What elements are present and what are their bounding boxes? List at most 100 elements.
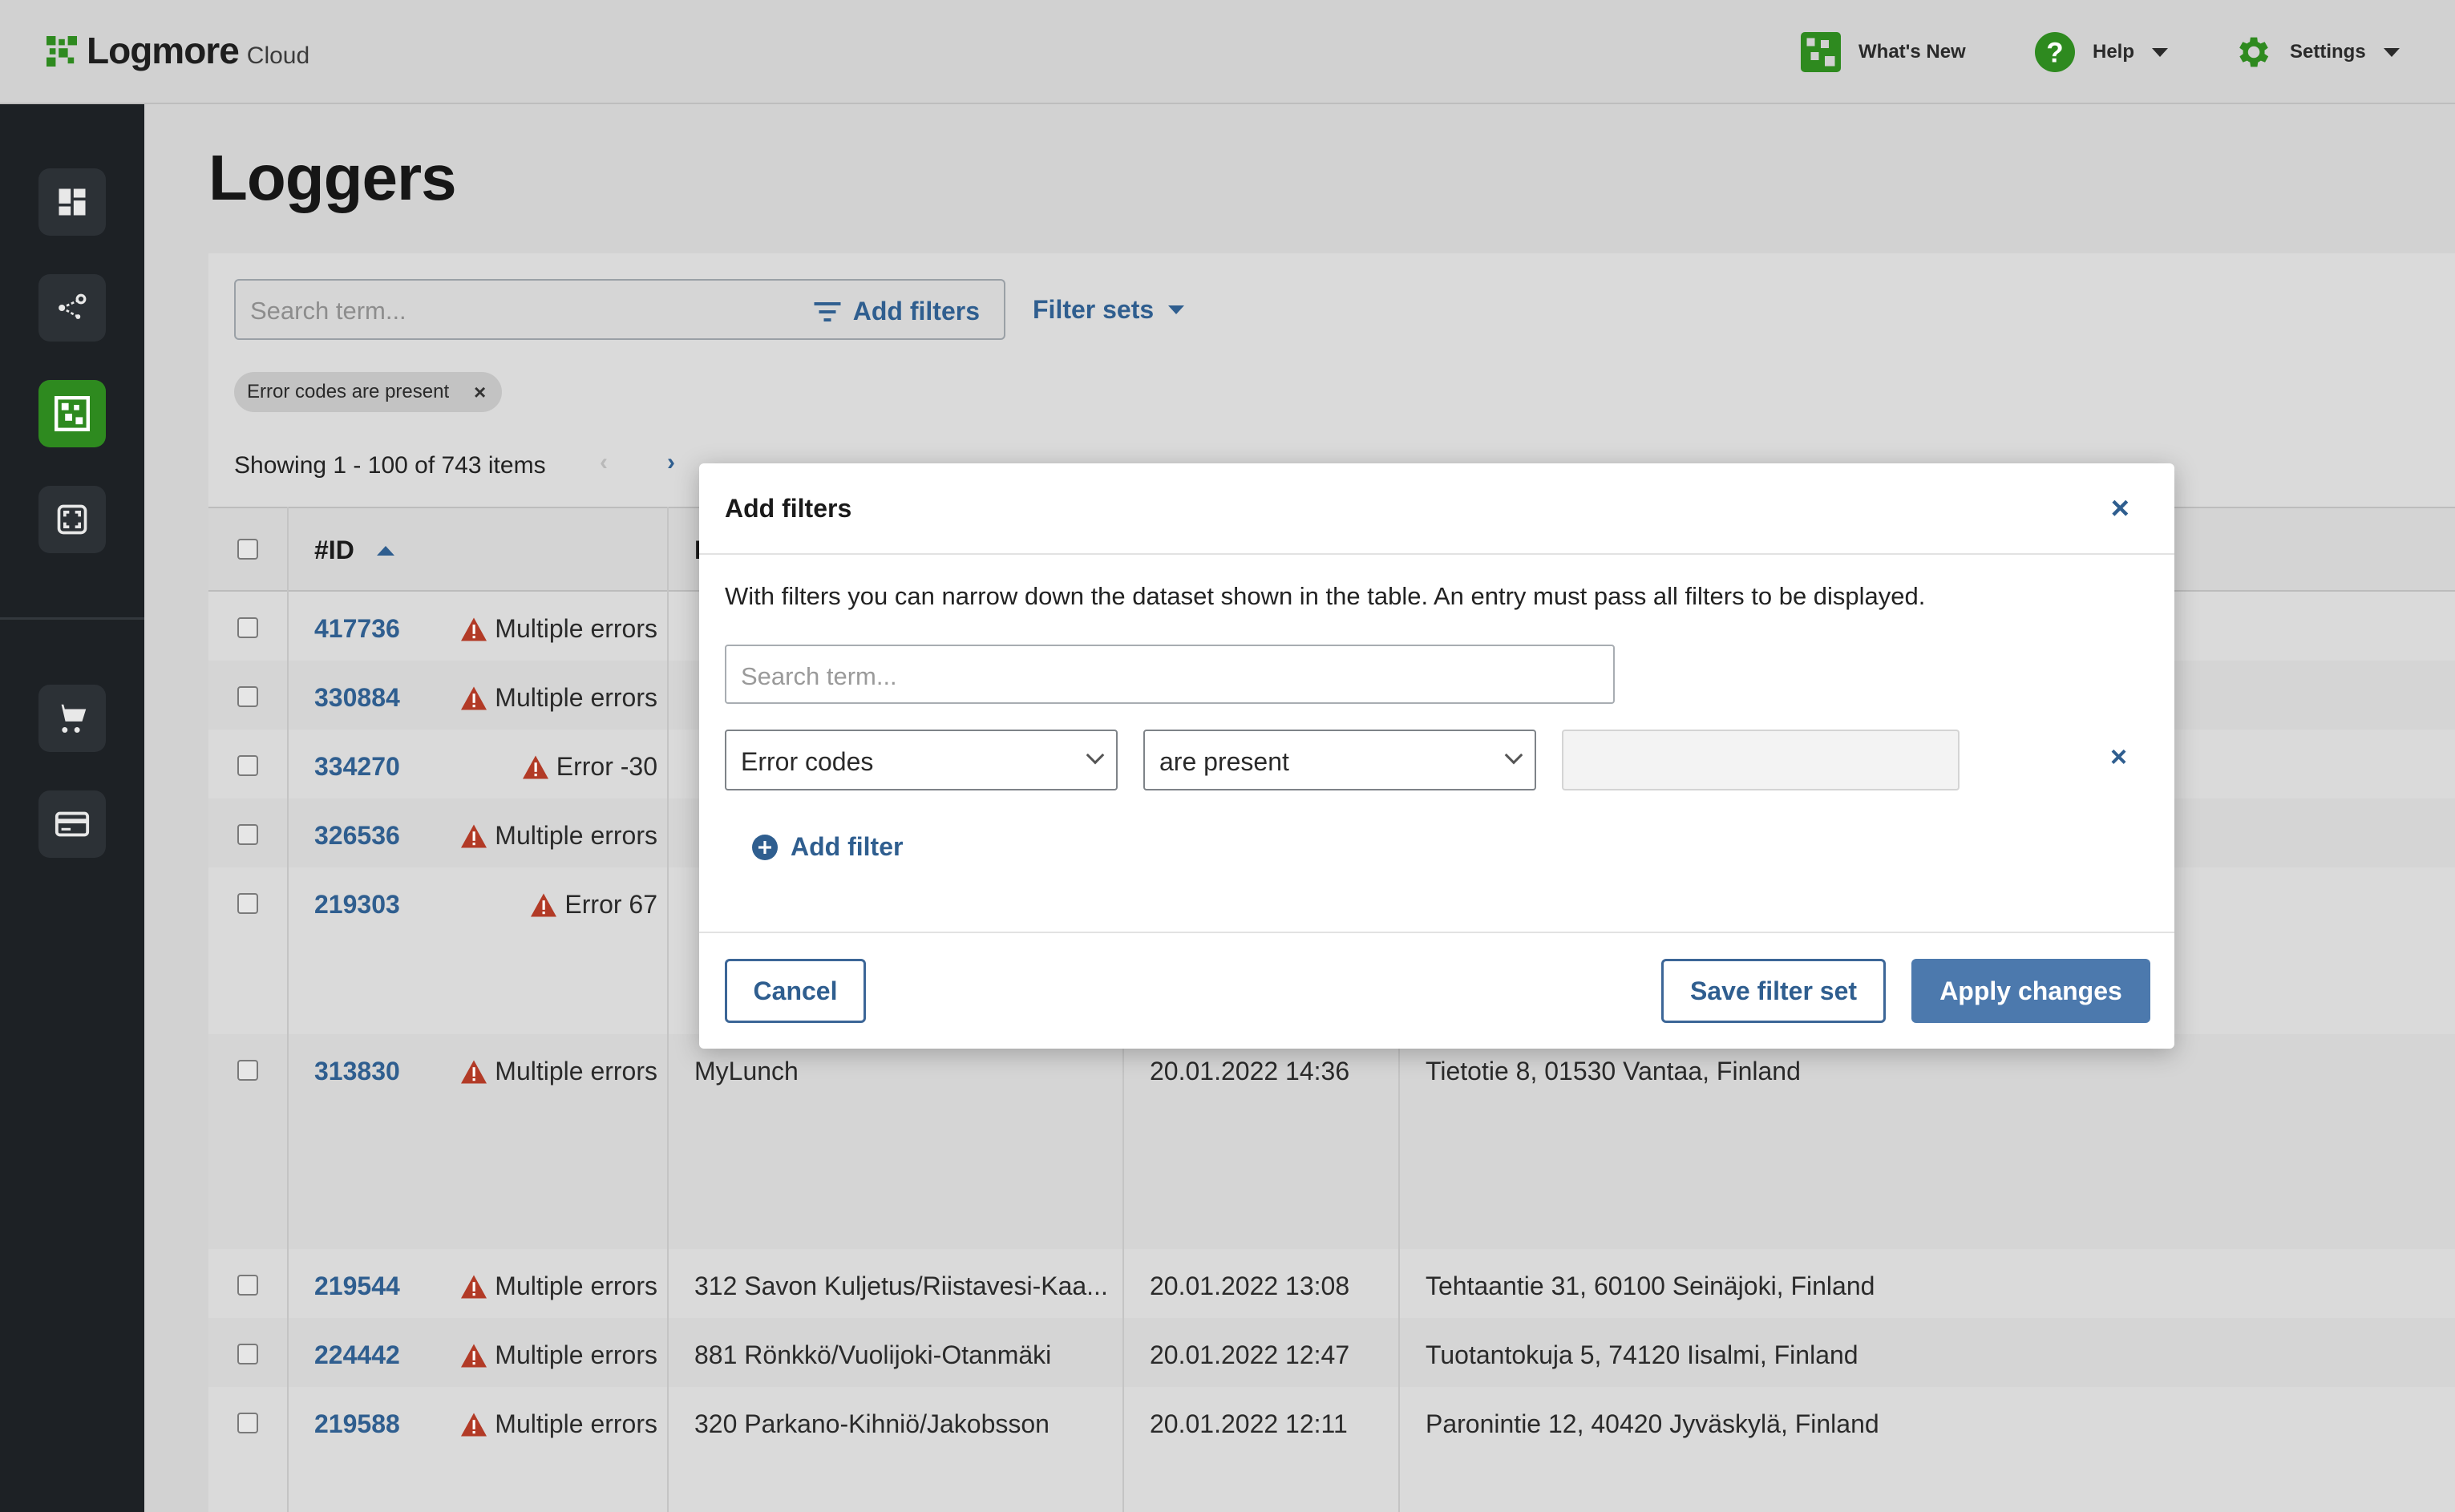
error-status: Multiple errors xyxy=(459,614,657,644)
error-status: Multiple errors xyxy=(459,1057,657,1086)
save-filter-set-button[interactable]: Save filter set xyxy=(1661,959,1886,1023)
close-icon[interactable]: × xyxy=(474,372,486,412)
logger-id-link[interactable]: 313830 xyxy=(314,1057,400,1086)
logo[interactable]: Logmore Cloud xyxy=(47,29,309,72)
add-filters-button[interactable]: Add filters xyxy=(813,297,980,326)
table-row[interactable]: 224442 Multiple errors 881 Rönkkö/Vuolijok… xyxy=(208,1318,2455,1387)
table-row[interactable]: 219588 Multiple errors 320 Parkano-Kihniö/… xyxy=(208,1387,2455,1456)
filter-sets-dropdown[interactable]: Filter sets xyxy=(1033,295,1185,325)
row-checkbox[interactable] xyxy=(237,1413,258,1433)
next-page-button[interactable]: › xyxy=(667,449,675,476)
error-status: Multiple errors xyxy=(459,683,657,713)
warning-icon xyxy=(461,1059,487,1084)
select-all-checkbox[interactable] xyxy=(237,539,258,560)
row-checkbox[interactable] xyxy=(237,755,258,776)
add-filters-dialog: Add filters × With filters you can narro… xyxy=(699,463,2174,1049)
logger-name: 881 Rönkkö/Vuolijoki-Otanmäki xyxy=(694,1340,1052,1369)
sort-ascending-icon xyxy=(376,545,394,556)
logger-address: Tietotie 8, 01530 Vantaa, Finland xyxy=(1426,1057,1801,1085)
filter-operator-select[interactable]: are present xyxy=(1143,730,1536,790)
dialog-header: Add filters × xyxy=(699,463,2174,555)
sidebar-item-scan[interactable] xyxy=(38,486,106,553)
active-filter-chip[interactable]: Error codes are present × xyxy=(234,372,503,412)
prev-page-button[interactable]: ‹ xyxy=(600,449,608,476)
logger-id-link[interactable]: 219588 xyxy=(314,1409,400,1439)
error-status: Multiple errors xyxy=(459,1271,657,1301)
sidebar-item-shop[interactable] xyxy=(38,685,106,752)
whats-new-link[interactable]: What's New xyxy=(1801,32,1966,72)
credit-card-icon xyxy=(55,811,90,837)
warning-icon xyxy=(461,1412,487,1437)
logger-name: 320 Parkano-Kihniö/Jakobsson xyxy=(694,1409,1050,1438)
error-status-label: Error -30 xyxy=(556,752,657,781)
close-icon[interactable]: × xyxy=(2111,492,2129,524)
error-status-label: Error 67 xyxy=(564,890,657,919)
apply-changes-button[interactable]: Apply changes xyxy=(1911,959,2150,1023)
whats-new-label: What's New xyxy=(1858,41,1966,63)
column-divider xyxy=(287,507,289,1512)
page-title: Loggers xyxy=(208,142,457,213)
filter-field-select[interactable]: Error codes xyxy=(725,730,1118,790)
logger-date: 20.01.2022 14:36 xyxy=(1150,1057,1350,1085)
search-input[interactable]: Search term... Add filters xyxy=(234,279,1005,340)
chevron-down-icon xyxy=(1504,746,1523,765)
error-status-label: Multiple errors xyxy=(495,1057,657,1085)
dialog-search-input[interactable]: Search term... xyxy=(725,645,1615,704)
network-icon xyxy=(59,293,87,319)
logger-id-link[interactable]: 330884 xyxy=(314,683,400,713)
search-placeholder: Search term... xyxy=(250,297,406,325)
column-header-id[interactable]: #ID xyxy=(314,536,394,565)
logger-id-link[interactable]: 326536 xyxy=(314,821,400,851)
row-checkbox[interactable] xyxy=(237,893,258,914)
sidebar xyxy=(0,104,144,1512)
plus-circle-icon xyxy=(752,834,778,860)
sidebar-item-dashboard[interactable] xyxy=(38,168,106,236)
filter-value-input[interactable] xyxy=(1562,730,1960,790)
sidebar-item-loggers[interactable] xyxy=(38,380,106,447)
dialog-title: Add filters xyxy=(725,494,852,523)
error-status: Multiple errors xyxy=(459,821,657,851)
error-status-label: Multiple errors xyxy=(495,614,657,643)
filter-icon xyxy=(814,301,841,321)
scan-icon xyxy=(57,504,87,535)
error-status-label: Multiple errors xyxy=(495,1271,657,1300)
warning-icon xyxy=(461,1343,487,1368)
help-menu[interactable]: ? Help xyxy=(2035,32,2169,72)
logger-id-link[interactable]: 417736 xyxy=(314,614,400,644)
warning-icon xyxy=(461,617,487,641)
chevron-down-icon xyxy=(2383,47,2400,57)
table-row[interactable]: 313830 Multiple errors MyLunch 20.01.2022 1… xyxy=(208,1034,2455,1249)
logger-id-link[interactable]: 334270 xyxy=(314,752,400,782)
logger-date: 20.01.2022 12:47 xyxy=(1150,1340,1350,1369)
whats-new-icon xyxy=(1801,32,1841,72)
row-checkbox[interactable] xyxy=(237,1344,258,1364)
dashboard-icon xyxy=(59,188,86,216)
remove-filter-button[interactable]: × xyxy=(2110,742,2127,771)
logger-name: MyLunch xyxy=(694,1057,799,1085)
error-status-label: Multiple errors xyxy=(495,821,657,850)
logger-address: Tuotantokuja 5, 74120 Iisalmi, Finland xyxy=(1426,1340,1858,1369)
sidebar-item-billing[interactable] xyxy=(38,790,106,858)
logger-id-link[interactable]: 224442 xyxy=(314,1340,400,1370)
logger-id-link[interactable]: 219544 xyxy=(314,1271,400,1301)
table-row[interactable]: 219544 Multiple errors 312 Savon Kuljetus/… xyxy=(208,1249,2455,1318)
svg-text:?: ? xyxy=(2046,38,2063,69)
app-suffix: Cloud xyxy=(246,42,310,69)
row-checkbox[interactable] xyxy=(237,617,258,638)
chevron-down-icon xyxy=(2152,47,2169,57)
row-checkbox[interactable] xyxy=(237,686,258,707)
cancel-button[interactable]: Cancel xyxy=(725,959,866,1023)
error-status: Multiple errors xyxy=(459,1409,657,1439)
logger-date: 20.01.2022 13:08 xyxy=(1150,1271,1350,1300)
dialog-description: With filters you can narrow down the dat… xyxy=(725,582,1926,610)
row-checkbox[interactable] xyxy=(237,1060,258,1081)
sidebar-item-network[interactable] xyxy=(38,274,106,342)
help-label: Help xyxy=(2093,41,2135,63)
dialog-search-placeholder: Search term... xyxy=(741,662,897,690)
logger-id-link[interactable]: 219303 xyxy=(314,890,400,920)
settings-menu[interactable]: Settings xyxy=(2232,32,2400,72)
logger-name: 312 Savon Kuljetus/Riistavesi-Kaa... xyxy=(694,1271,1108,1300)
add-filter-button[interactable]: Add filter xyxy=(752,832,903,862)
row-checkbox[interactable] xyxy=(237,824,258,845)
row-checkbox[interactable] xyxy=(237,1275,258,1296)
